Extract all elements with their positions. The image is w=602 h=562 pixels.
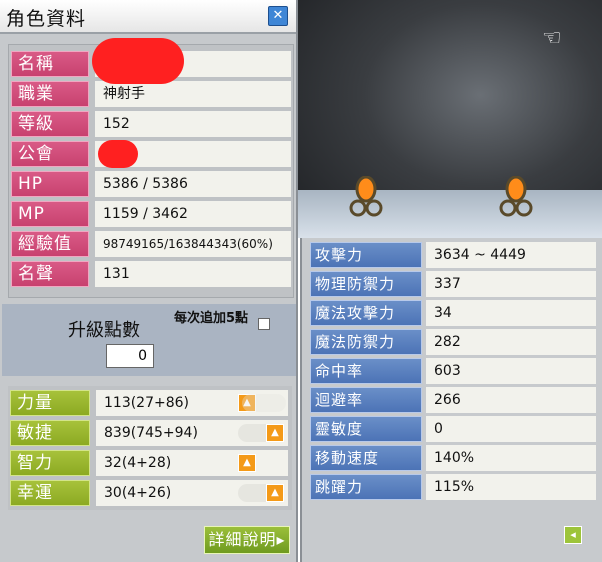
profile-label: 職業 xyxy=(11,81,89,107)
battle-stat-row: 迴避率 266 xyxy=(310,387,596,413)
profile-label: 名稱 xyxy=(11,51,89,77)
title-bar[interactable]: 角色資料 ✕ xyxy=(0,0,296,34)
battle-stat-value: 0 xyxy=(426,416,596,442)
battle-stat-row: 靈敏度 0 xyxy=(310,416,596,442)
hand-cursor-icon: ☜ xyxy=(542,26,562,51)
stat-value: 32(4+28) xyxy=(96,450,288,476)
battle-stat-value: 115% xyxy=(426,474,596,500)
profile-label: HP xyxy=(11,171,89,197)
character-info-window: 角色資料 ✕ 名稱 職業 神射手 等級 152 公會 HP 5386 / 538… xyxy=(0,0,298,562)
lamp-ornament xyxy=(499,176,533,217)
profile-label: MP xyxy=(11,201,89,227)
profile-value: 152 xyxy=(95,111,291,137)
redaction-mark xyxy=(92,38,184,84)
chevron-right-icon: ▸ xyxy=(276,530,286,549)
battle-stat-label: 跳躍力 xyxy=(310,474,422,500)
battle-stat-label: 靈敏度 xyxy=(310,416,422,442)
profile-label: 名聲 xyxy=(11,261,89,287)
battle-stat-value: 337 xyxy=(426,271,596,297)
battle-stat-value: 603 xyxy=(426,358,596,384)
up-arrow-icon[interactable]: ▲ xyxy=(266,484,284,502)
profile-label: 經驗值 xyxy=(11,231,89,257)
detail-button-label: 詳細說明 xyxy=(208,530,277,549)
stat-panel: 力量 113(27+86) ▲ 敏捷 839(745+94) ▲ 智力 32(4… xyxy=(8,386,292,510)
auto-add-checkbox[interactable] xyxy=(258,318,270,330)
battle-stat-label: 攻擊力 xyxy=(310,242,422,268)
profile-label: 等級 xyxy=(11,111,89,137)
level-up-points: 0 xyxy=(106,344,154,368)
up-arrow-icon[interactable]: ▲ xyxy=(238,454,256,472)
battle-stat-row: 魔法攻擊力 34 xyxy=(310,300,596,326)
toggle-slot xyxy=(242,394,286,412)
window-title: 角色資料 xyxy=(6,8,87,30)
level-up-panel: 升級點數 0 每次追加5點 xyxy=(2,304,296,376)
stat-label: 力量 xyxy=(10,390,90,416)
battle-stat-label: 魔法攻擊力 xyxy=(310,300,422,326)
profile-value: 神射手 xyxy=(95,81,291,107)
battle-stat-label: 物理防禦力 xyxy=(310,271,422,297)
profile-value: 5386 / 5386 xyxy=(95,171,291,197)
level-up-label: 升級點數 xyxy=(68,320,140,341)
collapse-icon[interactable]: ◂ xyxy=(564,526,582,544)
profile-value: 1159 / 3462 xyxy=(95,201,291,227)
bg-structure xyxy=(298,190,602,238)
stat-label: 智力 xyxy=(10,450,90,476)
auto-add-label: 每次追加5點 xyxy=(173,311,249,326)
stat-label: 幸運 xyxy=(10,480,90,506)
battle-stat-row: 跳躍力 115% xyxy=(310,474,596,500)
profile-value: 98749165/163844343(60%) xyxy=(95,231,291,257)
battle-stat-row: 攻擊力 3634 ~ 4449 xyxy=(310,242,596,268)
battle-stat-value: 140% xyxy=(426,445,596,471)
battle-stat-value: 34 xyxy=(426,300,596,326)
battle-stat-row: 物理防禦力 337 xyxy=(310,271,596,297)
battle-stat-row: 移動速度 140% xyxy=(310,445,596,471)
battle-stat-value: 3634 ~ 4449 xyxy=(426,242,596,268)
up-arrow-icon[interactable]: ▲ xyxy=(266,424,284,442)
detail-button[interactable]: 詳細說明▸ xyxy=(204,526,290,554)
redaction-mark xyxy=(98,140,138,168)
profile-value: 131 xyxy=(95,261,291,287)
game-scene: ☜ xyxy=(298,0,602,238)
lamp-ornament xyxy=(349,176,383,217)
battle-stat-window: 攻擊力 3634 ~ 4449 物理防禦力 337 魔法攻擊力 34 魔法防禦力… xyxy=(300,238,602,562)
close-icon[interactable]: ✕ xyxy=(268,6,288,26)
battle-stat-value: 282 xyxy=(426,329,596,355)
battle-stat-row: 魔法防禦力 282 xyxy=(310,329,596,355)
battle-stat-label: 魔法防禦力 xyxy=(310,329,422,355)
battle-stat-label: 移動速度 xyxy=(310,445,422,471)
profile-label: 公會 xyxy=(11,141,89,167)
battle-stat-value: 266 xyxy=(426,387,596,413)
battle-stat-row: 命中率 603 xyxy=(310,358,596,384)
stat-label: 敏捷 xyxy=(10,420,90,446)
battle-stat-label: 命中率 xyxy=(310,358,422,384)
battle-stat-label: 迴避率 xyxy=(310,387,422,413)
